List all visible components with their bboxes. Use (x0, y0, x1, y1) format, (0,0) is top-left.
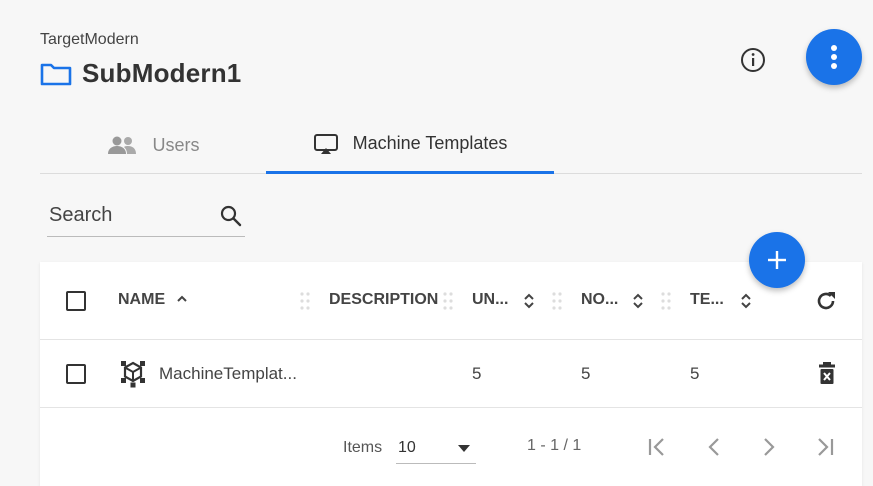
tab-bar: Users Machine Templates (40, 116, 862, 174)
data-table: NAME DESCRIPTION UN... NO... TE... Machi… (40, 262, 862, 486)
page-size-select[interactable]: 10 (396, 432, 476, 464)
column-resize-handle-icon[interactable] (551, 290, 563, 312)
pagination-bar: Items 10 1 - 1 / 1 (40, 408, 862, 486)
sort-both-icon[interactable] (632, 293, 644, 309)
last-page-icon[interactable] (814, 436, 836, 458)
column-header-te[interactable]: TE... (690, 291, 724, 309)
sort-both-icon[interactable] (523, 293, 535, 309)
search-icon[interactable] (219, 204, 243, 228)
column-header-name[interactable]: NAME (118, 291, 188, 309)
info-button[interactable] (739, 46, 767, 74)
info-icon (741, 48, 765, 72)
cell-te: 5 (690, 364, 700, 383)
more-actions-button[interactable] (806, 29, 862, 85)
title-row: SubModern1 (40, 58, 241, 89)
tab-users-label: Users (152, 134, 200, 155)
cell-no: 5 (581, 364, 591, 383)
column-header-description[interactable]: DESCRIPTION (329, 291, 438, 309)
column-header-no[interactable]: NO... (581, 291, 618, 309)
refresh-icon[interactable] (814, 289, 838, 313)
column-resize-handle-icon[interactable] (660, 290, 672, 312)
add-button[interactable] (749, 232, 805, 288)
row-checkbox[interactable] (66, 364, 86, 384)
column-resize-handle-icon[interactable] (442, 290, 454, 312)
page-title: SubModern1 (82, 58, 242, 88)
search-box (47, 197, 245, 237)
table-header: NAME DESCRIPTION UN... NO... TE... (40, 262, 862, 340)
tab-machine-templates-label: Machine Templates (352, 133, 508, 153)
page-size-value: 10 (398, 439, 416, 456)
more-vertical-icon (831, 45, 837, 69)
monitor-icon (313, 133, 338, 154)
items-per-page-label: Items (343, 439, 383, 456)
sort-both-icon[interactable] (740, 293, 752, 309)
search-input[interactable] (47, 197, 207, 233)
sort-asc-icon (176, 295, 187, 302)
column-resize-handle-icon[interactable] (299, 290, 311, 312)
first-page-icon[interactable] (646, 436, 668, 458)
chevron-down-icon (458, 445, 470, 452)
select-all-checkbox[interactable] (66, 291, 86, 311)
tab-machine-templates[interactable]: Machine Templates (266, 116, 554, 174)
plus-icon (768, 251, 786, 269)
tab-users[interactable]: Users (40, 116, 266, 174)
column-header-un[interactable]: UN... (472, 291, 508, 309)
column-name-label: NAME (118, 291, 166, 308)
breadcrumb[interactable]: TargetModern (40, 31, 139, 49)
cell-un: 5 (472, 364, 482, 383)
cell-name[interactable]: MachineTemplat... (159, 364, 297, 384)
folder-icon (40, 63, 72, 85)
previous-page-icon[interactable] (703, 436, 725, 458)
machine-template-icon (121, 361, 145, 388)
users-icon (108, 136, 137, 154)
next-page-icon[interactable] (758, 436, 780, 458)
table-row[interactable]: MachineTemplat... 5 5 5 (40, 340, 862, 408)
page-range: 1 - 1 / 1 (527, 437, 582, 454)
delete-icon[interactable] (818, 361, 836, 385)
